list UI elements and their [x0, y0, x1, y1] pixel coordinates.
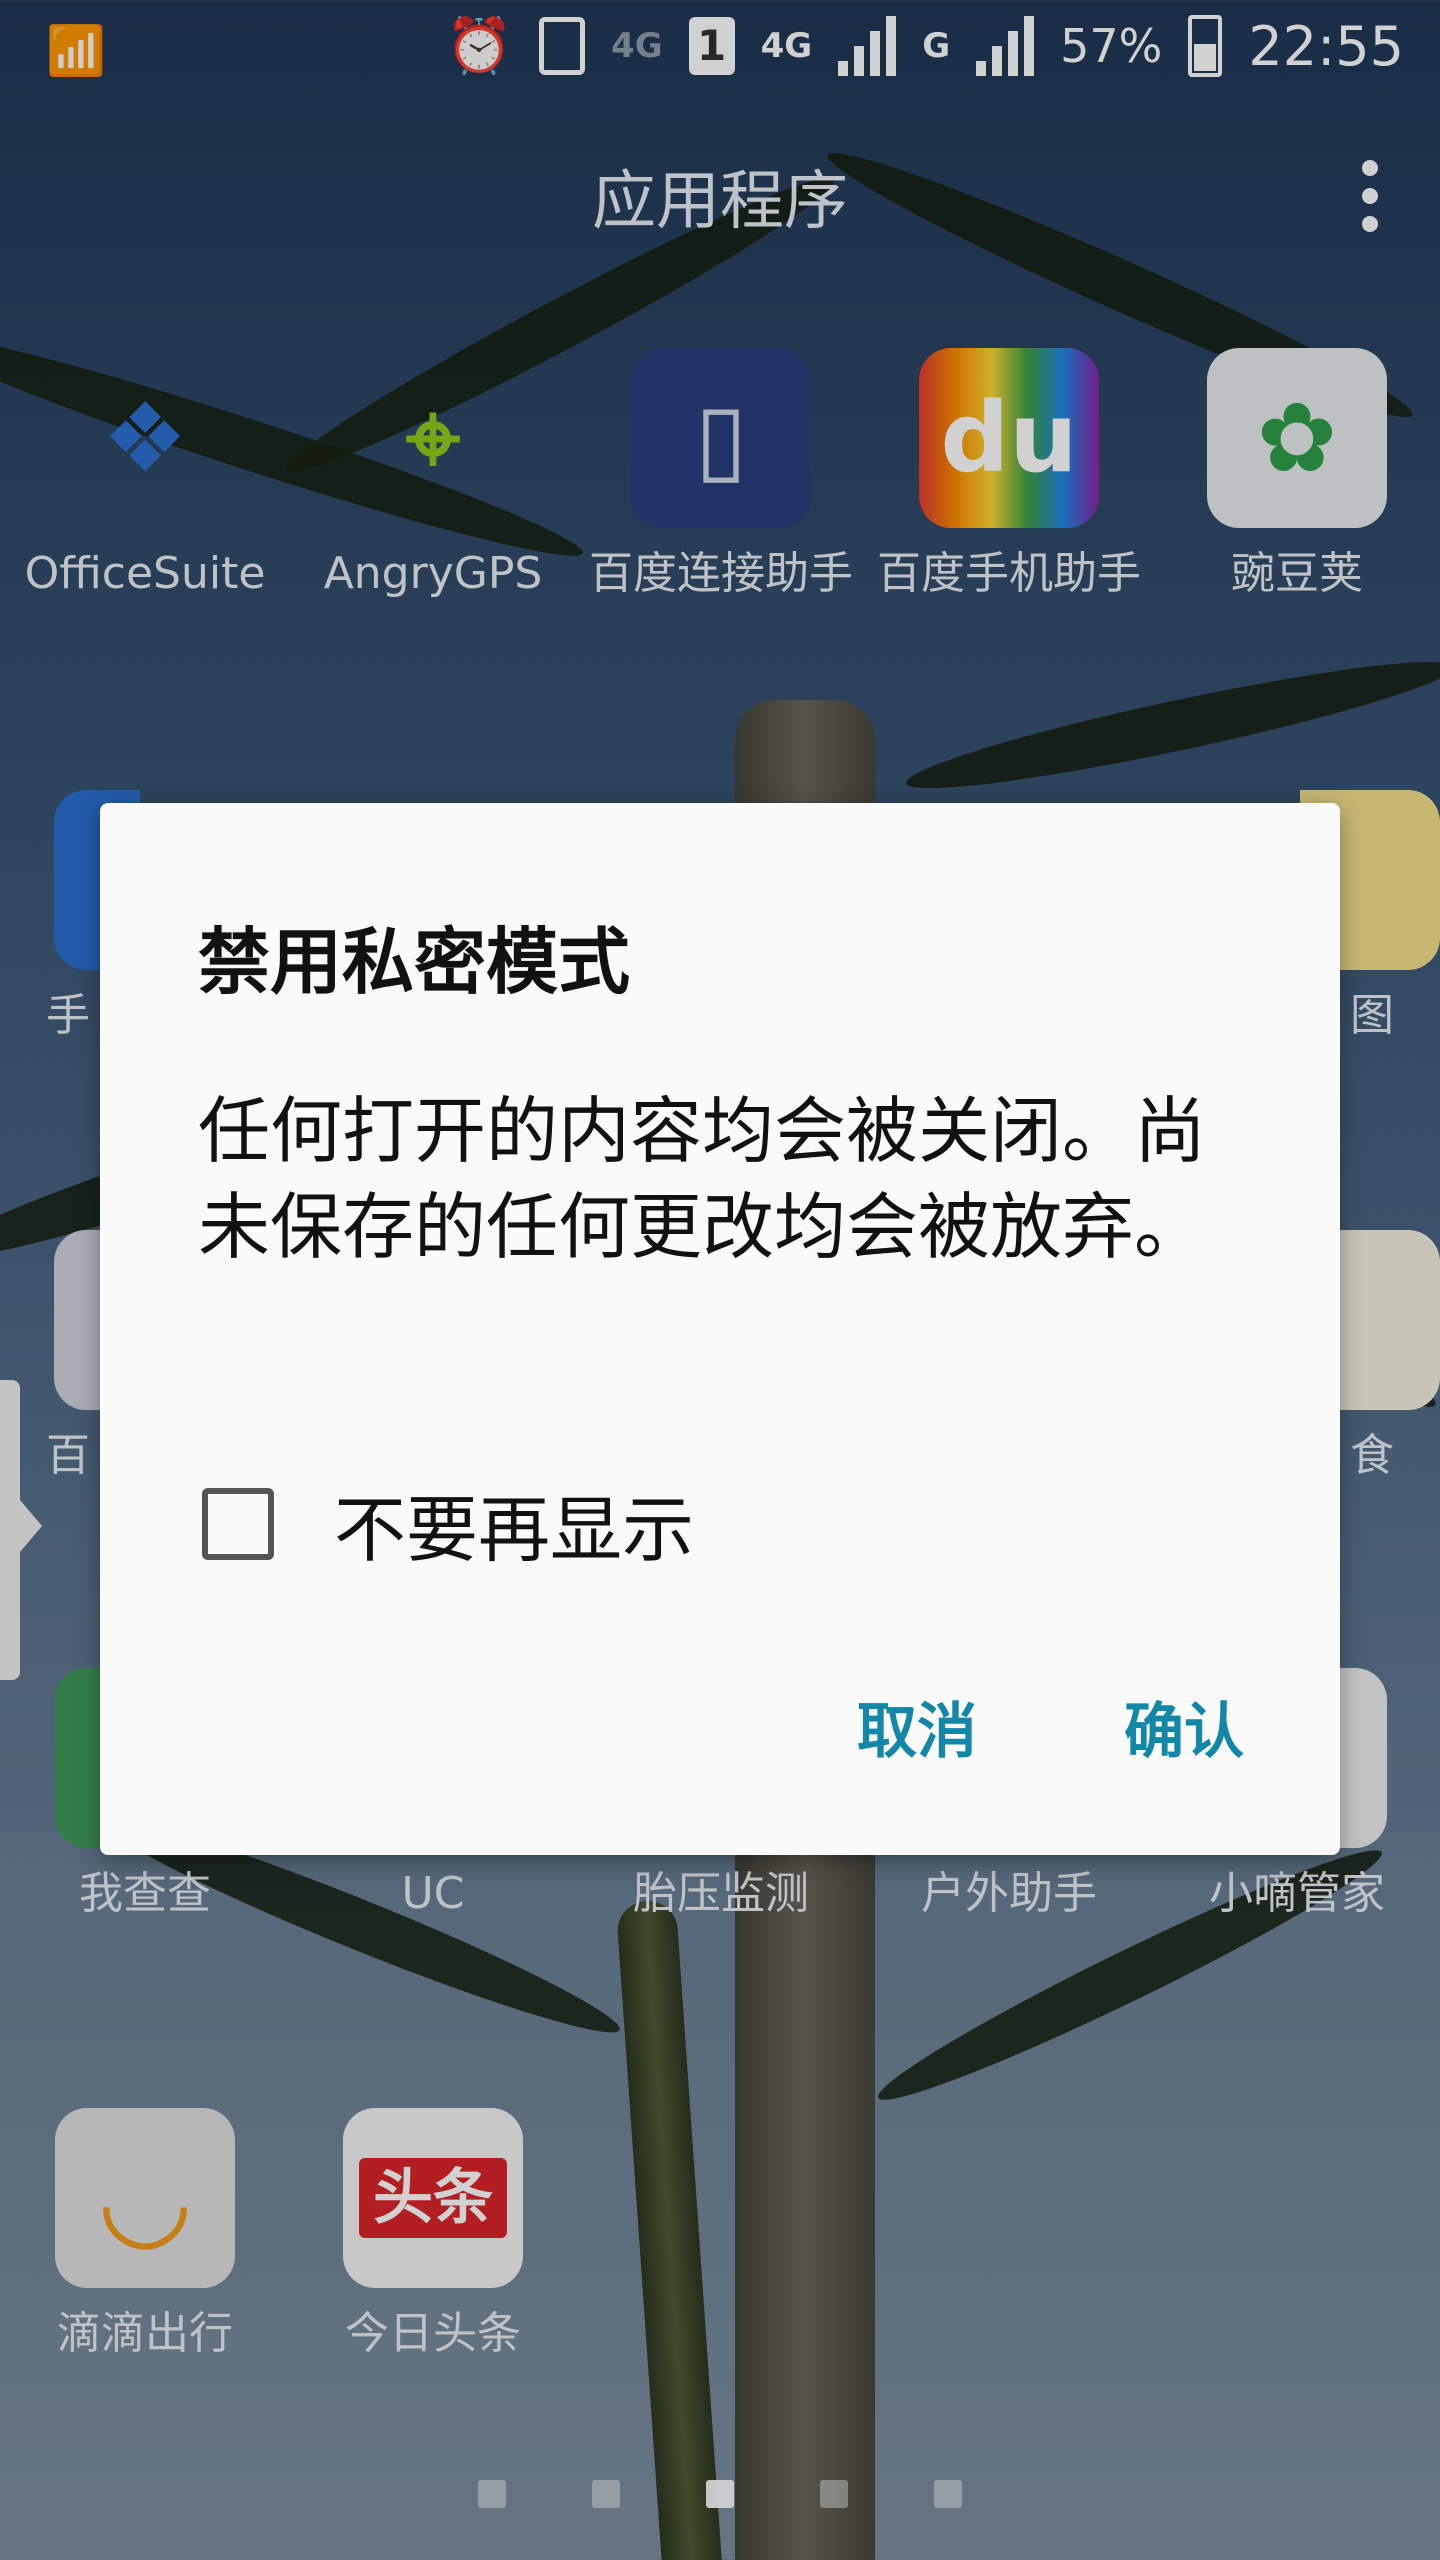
- dont-show-again-row[interactable]: 不要再显示: [202, 1471, 694, 1576]
- dialog-message: 任何打开的内容均会被关闭。尚未保存的任何更改均会被放弃。: [198, 1089, 1207, 1269]
- disable-private-mode-dialog: 禁用私密模式 任何打开的内容均会被关闭。尚未保存的任何更改均会被放弃。 不要再显…: [100, 803, 1340, 1855]
- cancel-button[interactable]: 取消: [857, 1683, 977, 1770]
- dialog-title: 禁用私密模式: [198, 920, 631, 1004]
- dont-show-again-checkbox[interactable]: [202, 1487, 274, 1560]
- confirm-button[interactable]: 确认: [1124, 1683, 1244, 1770]
- dont-show-again-label[interactable]: 不要再显示: [334, 1471, 694, 1576]
